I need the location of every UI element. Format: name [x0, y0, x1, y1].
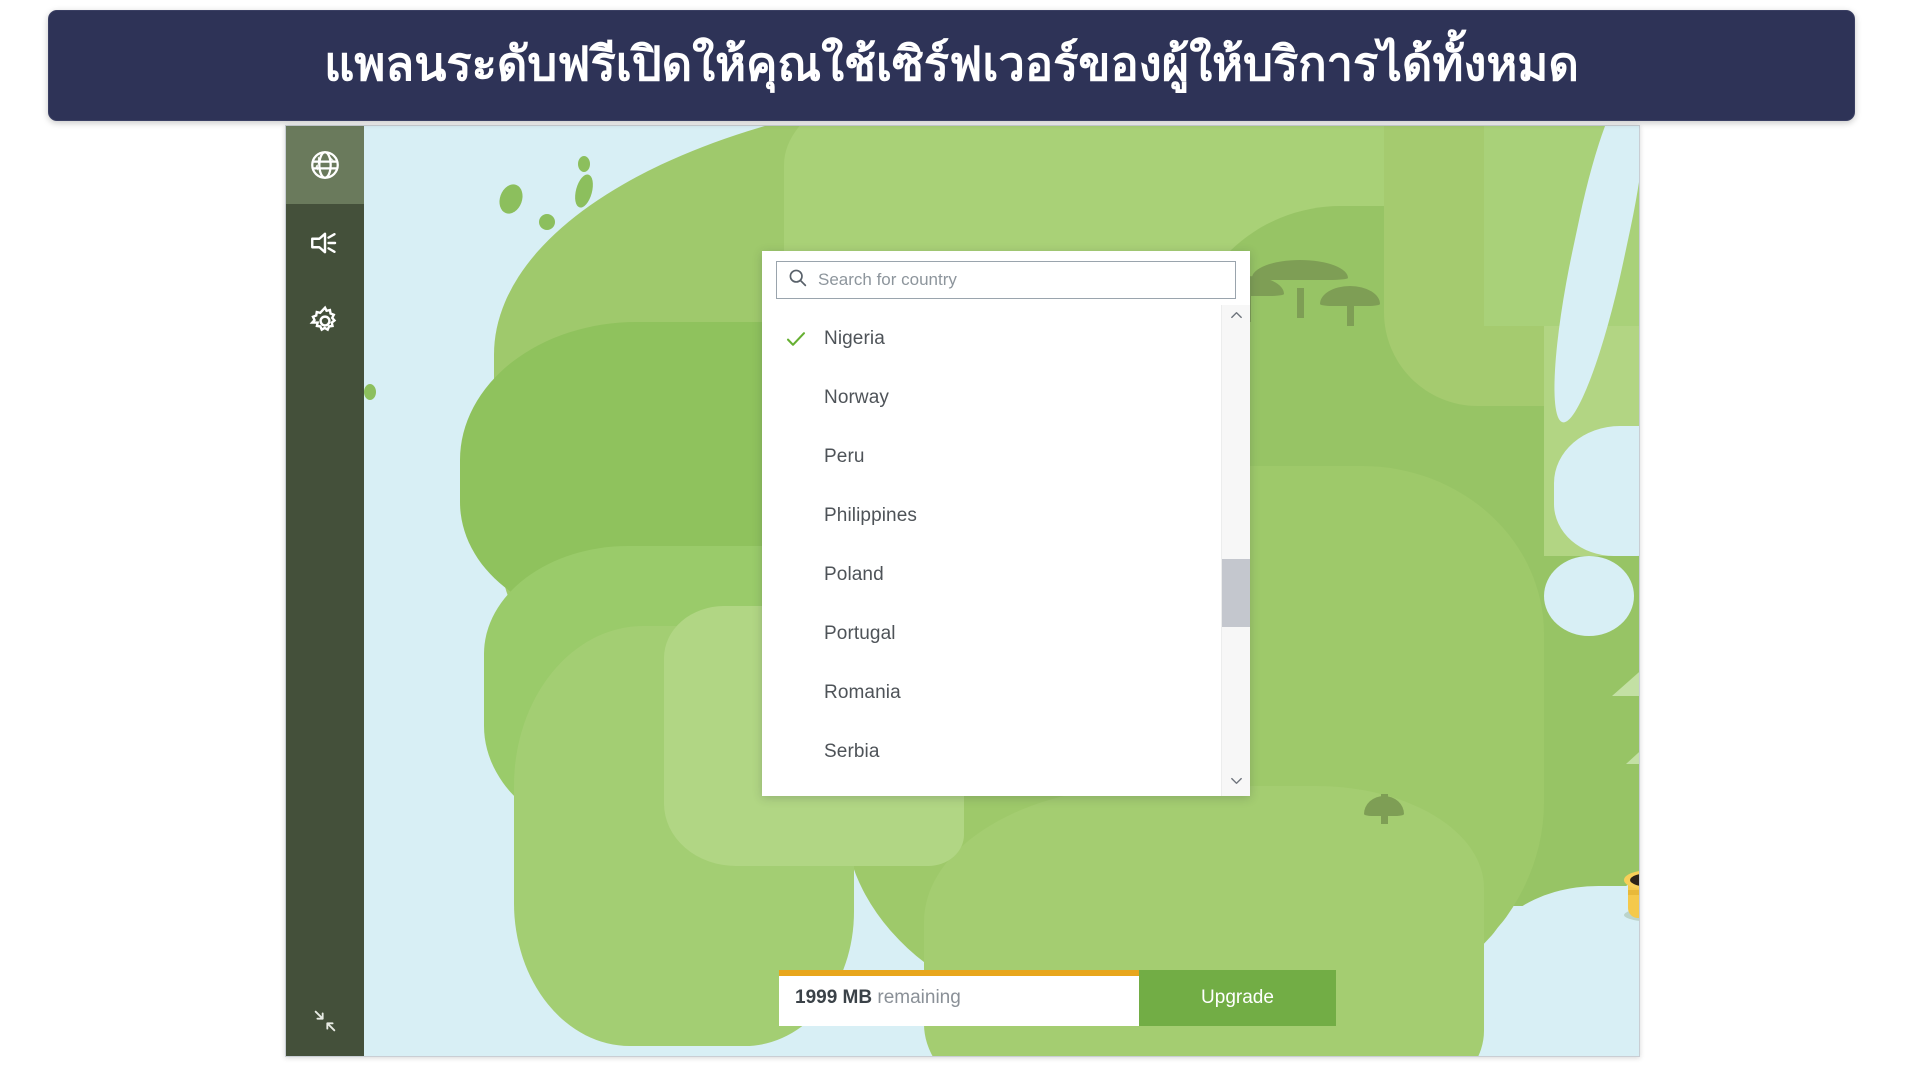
promo-banner-text: แพลนระดับฟรีเปิดให้คุณใช้เซิร์ฟเวอร์ของผ… — [324, 37, 1579, 93]
country-list-item[interactable]: Norway — [762, 368, 1221, 427]
search-input[interactable] — [818, 270, 1225, 290]
data-progress-bar — [779, 970, 1139, 976]
map-water-body — [1544, 556, 1634, 636]
map-island — [495, 181, 527, 217]
map-water-body — [1534, 976, 1554, 996]
screenshot-root: Nigeria Norway Peru Philippines Poland Portug… — [0, 0, 1919, 1079]
map-island — [539, 214, 555, 230]
chevron-up-icon — [1229, 308, 1244, 328]
country-name: Portugal — [824, 622, 896, 644]
acacia-tree-icon — [1364, 794, 1404, 824]
country-name: Philippines — [824, 504, 917, 526]
country-selector-dropdown: Nigeria Norway Peru Philippines Poland Portug… — [762, 251, 1250, 796]
country-list-item[interactable]: Poland — [762, 545, 1221, 604]
country-name: Peru — [824, 445, 865, 467]
scrollbar-track[interactable] — [1222, 331, 1250, 770]
scroll-up-button[interactable] — [1222, 305, 1250, 331]
country-name: Romania — [824, 681, 901, 703]
country-list-item[interactable]: Portugal — [762, 604, 1221, 663]
data-progress-fill — [779, 970, 1139, 976]
country-name: Poland — [824, 563, 884, 585]
country-list[interactable]: Nigeria Norway Peru Philippines Poland Portug… — [762, 305, 1221, 796]
map-island — [364, 384, 376, 400]
promo-banner: แพลนระดับฟรีเปิดให้คุณใช้เซิร์ฟเวอร์ของผ… — [48, 10, 1855, 121]
country-list-item[interactable]: Romania — [762, 663, 1221, 722]
globe-icon — [308, 148, 342, 182]
vpn-app-window: Nigeria Norway Peru Philippines Poland Portug… — [285, 125, 1640, 1057]
data-usage-panel: 1999 MB remaining — [779, 970, 1139, 1026]
sidebar-item-split-tunneling[interactable] — [286, 204, 364, 282]
chevron-down-icon — [1229, 773, 1244, 793]
country-list-scrollbar[interactable] — [1221, 305, 1250, 796]
mountain-icon — [1612, 666, 1639, 696]
country-list-item[interactable]: Philippines — [762, 486, 1221, 545]
map-water-body — [1564, 946, 1578, 960]
country-list-area: Nigeria Norway Peru Philippines Poland Portug… — [762, 305, 1250, 796]
acacia-tree-icon — [1320, 286, 1380, 326]
country-list-item[interactable]: Nigeria — [762, 309, 1221, 368]
african-drum-icon — [1624, 864, 1639, 922]
sidebar-rail — [286, 126, 364, 1056]
sidebar-item-collapse[interactable] — [286, 986, 364, 1056]
status-bar: 1999 MB remaining Upgrade — [779, 970, 1336, 1026]
split-tunnel-icon — [308, 226, 342, 260]
map-water-body — [1604, 596, 1616, 608]
search-row — [762, 251, 1250, 305]
data-suffix: remaining — [872, 987, 961, 1008]
country-name: Norway — [824, 386, 890, 408]
country-list-item[interactable]: Peru — [762, 427, 1221, 486]
data-remaining-text: 1999 MB remaining — [795, 987, 961, 1009]
scroll-down-button[interactable] — [1222, 770, 1250, 796]
sidebar-item-settings[interactable] — [286, 282, 364, 360]
data-amount: 1999 MB — [795, 987, 873, 1008]
scrollbar-thumb[interactable] — [1222, 559, 1250, 628]
country-name: Serbia — [824, 740, 880, 762]
map-island — [578, 156, 590, 172]
country-list-item[interactable]: Serbia — [762, 722, 1221, 781]
mountain-icon — [1626, 742, 1639, 764]
search-box[interactable] — [776, 261, 1236, 299]
sidebar-item-locations[interactable] — [286, 126, 364, 204]
collapse-icon — [311, 1007, 339, 1035]
country-name: Nigeria — [824, 327, 885, 349]
search-icon — [787, 267, 808, 293]
upgrade-button[interactable]: Upgrade — [1139, 970, 1336, 1026]
gear-icon — [308, 304, 342, 338]
check-icon — [784, 327, 824, 351]
